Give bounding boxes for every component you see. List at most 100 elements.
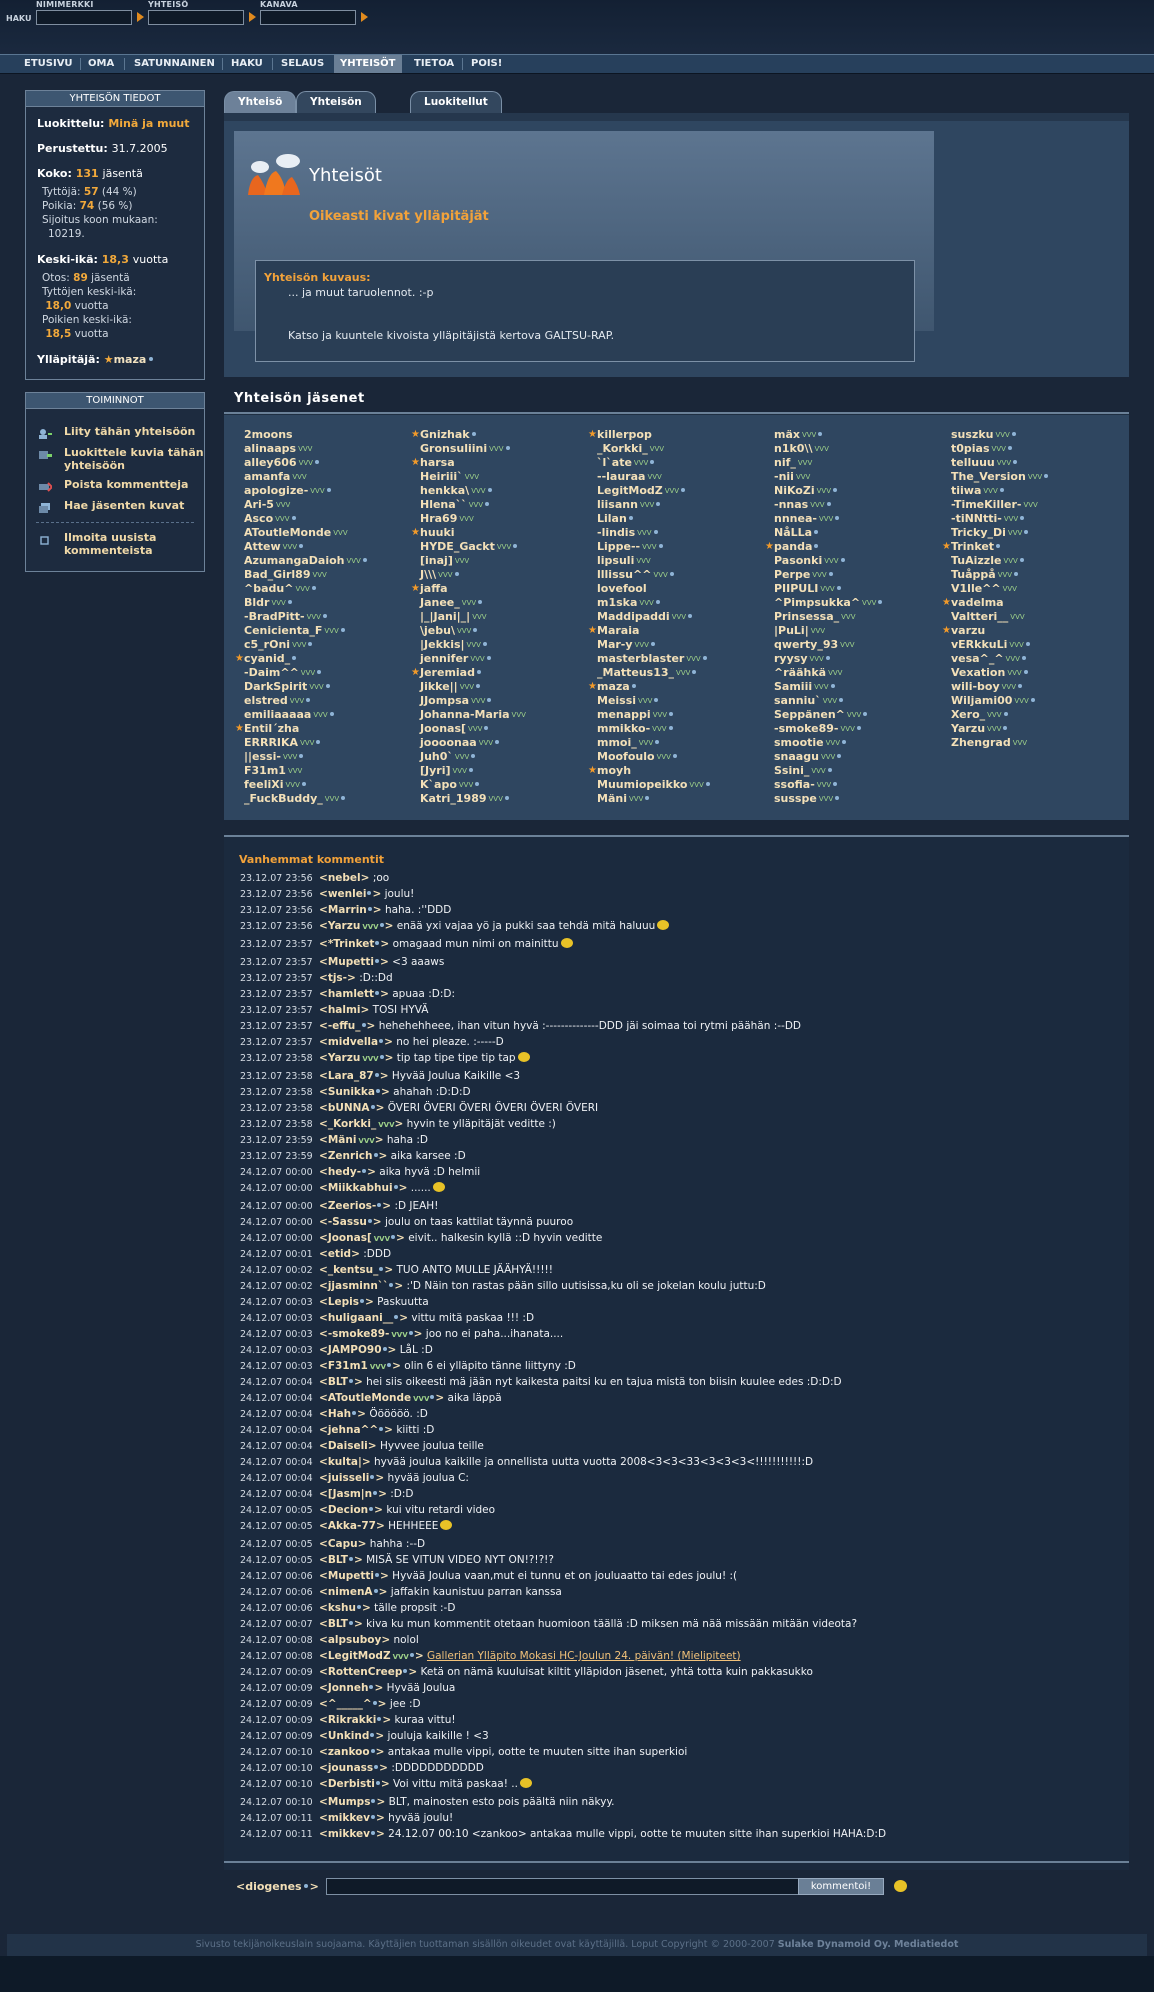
member-item[interactable]: henkka\ VVV bbox=[420, 484, 595, 498]
member-item[interactable]: ★ cyanid_ bbox=[235, 652, 419, 666]
member-item[interactable]: Maddipaddi VVV bbox=[597, 610, 772, 624]
member-item[interactable]: -smoke89- VVV bbox=[774, 722, 949, 736]
member-item[interactable]: mäx VVV bbox=[774, 428, 949, 442]
member-item[interactable]: lipsuli VVV bbox=[597, 554, 772, 568]
comment-author[interactable]: <Daiseli> bbox=[319, 1440, 377, 1452]
member-name[interactable]: moyh bbox=[597, 764, 631, 777]
comment-author-name[interactable]: juisseli bbox=[328, 1472, 370, 1484]
comment-author-name[interactable]: -effu_ bbox=[328, 1020, 361, 1032]
member-name[interactable]: Gronsuliini bbox=[420, 442, 487, 455]
member-name[interactable]: telluuu bbox=[951, 456, 995, 469]
comment-author-name[interactable]: midvella bbox=[328, 1036, 378, 1048]
member-name[interactable]: Asco bbox=[244, 512, 273, 525]
tab-yhteiso[interactable]: Yhteisö bbox=[224, 91, 297, 113]
comment-author[interactable]: <^_____^ > bbox=[319, 1698, 386, 1710]
comment-author[interactable]: <wenlei > bbox=[319, 888, 381, 900]
comment-author[interactable]: <Sunikka > bbox=[319, 1086, 390, 1098]
member-name[interactable]: nnnea- bbox=[774, 512, 817, 525]
comment-author-name[interactable]: BLT bbox=[328, 1376, 348, 1388]
member-item[interactable]: Attew VVV bbox=[244, 540, 419, 554]
member-item[interactable]: ★ jaffa bbox=[411, 582, 595, 596]
comment-author[interactable]: <Akka-77> bbox=[319, 1520, 385, 1532]
comment-author-name[interactable]: -Sassu bbox=[328, 1216, 367, 1228]
member-name[interactable]: qwerty_93 bbox=[774, 638, 838, 651]
member-item[interactable]: ★ varzu bbox=[942, 624, 1126, 638]
member-item[interactable]: NiKoZi VVV bbox=[774, 484, 949, 498]
member-name[interactable]: HYDE_Gackt bbox=[420, 540, 495, 553]
search-go-arrow-icon[interactable] bbox=[361, 12, 368, 22]
comment-author-name[interactable]: hamlett bbox=[328, 988, 374, 1000]
member-item[interactable]: -nii VVV bbox=[774, 470, 949, 484]
comment-author[interactable]: <Lepis > bbox=[319, 1296, 374, 1308]
member-name[interactable]: Gnizhak bbox=[420, 428, 470, 441]
member-item[interactable]: HYDE_Gackt VVV bbox=[420, 540, 595, 554]
member-name[interactable]: killerpop bbox=[597, 428, 652, 441]
comment-author[interactable]: <Mupetti > bbox=[319, 956, 389, 968]
member-item[interactable]: elstred VVV bbox=[244, 694, 419, 708]
member-item[interactable]: mmikko- VVV bbox=[597, 722, 772, 736]
comment-author[interactable]: <bUNNA > bbox=[319, 1102, 384, 1114]
member-item[interactable]: 2moons bbox=[244, 428, 419, 442]
comment-author-name[interactable]: Mupetti bbox=[328, 1570, 374, 1582]
comment-author[interactable]: <-smoke89- VVV > bbox=[319, 1328, 422, 1340]
member-item[interactable]: suszku VVV bbox=[951, 428, 1126, 442]
member-name[interactable]: vesa^_^ bbox=[951, 652, 1004, 665]
nav-haku[interactable]: HAKU bbox=[225, 55, 269, 73]
comment-author-name[interactable]: Yarzu bbox=[328, 920, 361, 932]
member-item[interactable]: _Korkki_ VVV bbox=[597, 442, 772, 456]
member-item[interactable]: susspe VVV bbox=[774, 792, 949, 806]
comment-author[interactable]: <Derbisti > bbox=[319, 1778, 390, 1790]
comment-author-name[interactable]: AToutleMonde bbox=[328, 1392, 411, 1404]
member-name[interactable]: lovefool bbox=[597, 582, 647, 595]
member-name[interactable]: wili-boy bbox=[951, 680, 1000, 693]
member-name[interactable]: PIIPULI bbox=[774, 582, 818, 595]
comment-author-name[interactable]: Unkind bbox=[328, 1730, 370, 1742]
member-name[interactable]: Hlena`` bbox=[420, 498, 467, 511]
member-item[interactable]: c5_rOni VVV bbox=[244, 638, 419, 652]
comment-author-name[interactable]: etid bbox=[328, 1248, 351, 1260]
member-item[interactable]: ★ vadelma bbox=[942, 596, 1126, 610]
member-name[interactable]: apologize- bbox=[244, 484, 308, 497]
member-name[interactable]: amanfa bbox=[244, 470, 290, 483]
member-name[interactable]: -TimeKiller- bbox=[951, 498, 1021, 511]
member-name[interactable]: alley606 bbox=[244, 456, 297, 469]
member-name[interactable]: Yarzu bbox=[951, 722, 985, 735]
member-name[interactable]: Joonas[ bbox=[420, 722, 466, 735]
member-name[interactable]: tiiwa bbox=[951, 484, 981, 497]
comment-author[interactable]: <Mumps > bbox=[319, 1796, 385, 1808]
member-item[interactable]: Prinsessa_ VVV bbox=[774, 610, 949, 624]
comment-author-name[interactable]: Akka-77 bbox=[328, 1520, 376, 1532]
comment-author[interactable]: <BLT > bbox=[319, 1618, 363, 1630]
member-name[interactable]: Janee_ bbox=[420, 596, 460, 609]
member-name[interactable]: The_Version bbox=[951, 470, 1026, 483]
member-item[interactable]: nif_ VVV bbox=[774, 456, 949, 470]
tab-yhteison-kuvat[interactable]: Yhteisön kuvat bbox=[296, 91, 376, 128]
member-name[interactable]: -lindis bbox=[597, 526, 635, 539]
member-name[interactable]: henkka\ bbox=[420, 484, 469, 497]
member-name[interactable]: Muumiopeikko bbox=[597, 778, 687, 791]
member-name[interactable]: m1ska bbox=[597, 596, 637, 609]
member-item[interactable]: Janee_ VVV bbox=[420, 596, 595, 610]
member-item[interactable]: |PuLi| VVV bbox=[774, 624, 949, 638]
member-name[interactable]: Jikke|| bbox=[420, 680, 458, 693]
member-item[interactable]: alley606 VVV bbox=[244, 456, 419, 470]
comment-text[interactable]: Gallerian Ylläpito Mokasi HC-Joulun 24. … bbox=[427, 1650, 741, 1662]
nav-etusivu[interactable]: ETUSIVU bbox=[18, 55, 79, 73]
member-name[interactable]: V1lle^^ bbox=[951, 582, 1001, 595]
comment-author[interactable]: <juisseli > bbox=[319, 1472, 384, 1484]
member-item[interactable]: Perpe VVV bbox=[774, 568, 949, 582]
member-item[interactable]: ★ panda bbox=[765, 540, 949, 554]
member-item[interactable]: DarkSpirit VVV bbox=[244, 680, 419, 694]
member-item[interactable]: _FuckBuddy_ VVV bbox=[244, 792, 419, 806]
member-item[interactable]: --lauraa VVV bbox=[597, 470, 772, 484]
member-name[interactable]: Zhengrad bbox=[951, 736, 1011, 749]
comment-author[interactable]: <BLT > bbox=[319, 1554, 363, 1566]
member-item[interactable]: [inaj] VVV bbox=[420, 554, 595, 568]
member-name[interactable]: Jeremiad bbox=[420, 666, 475, 679]
comment-author[interactable]: <JAMPO90 > bbox=[319, 1344, 396, 1356]
comment-author-name[interactable]: BLT bbox=[328, 1554, 348, 1566]
member-item[interactable]: ^Pimpsukka^ VVV bbox=[774, 596, 949, 610]
comment-author[interactable]: <Yarzu VVV > bbox=[319, 1052, 393, 1064]
nick-search-input[interactable] bbox=[36, 10, 132, 25]
member-item[interactable]: Vexation VVV bbox=[951, 666, 1126, 680]
